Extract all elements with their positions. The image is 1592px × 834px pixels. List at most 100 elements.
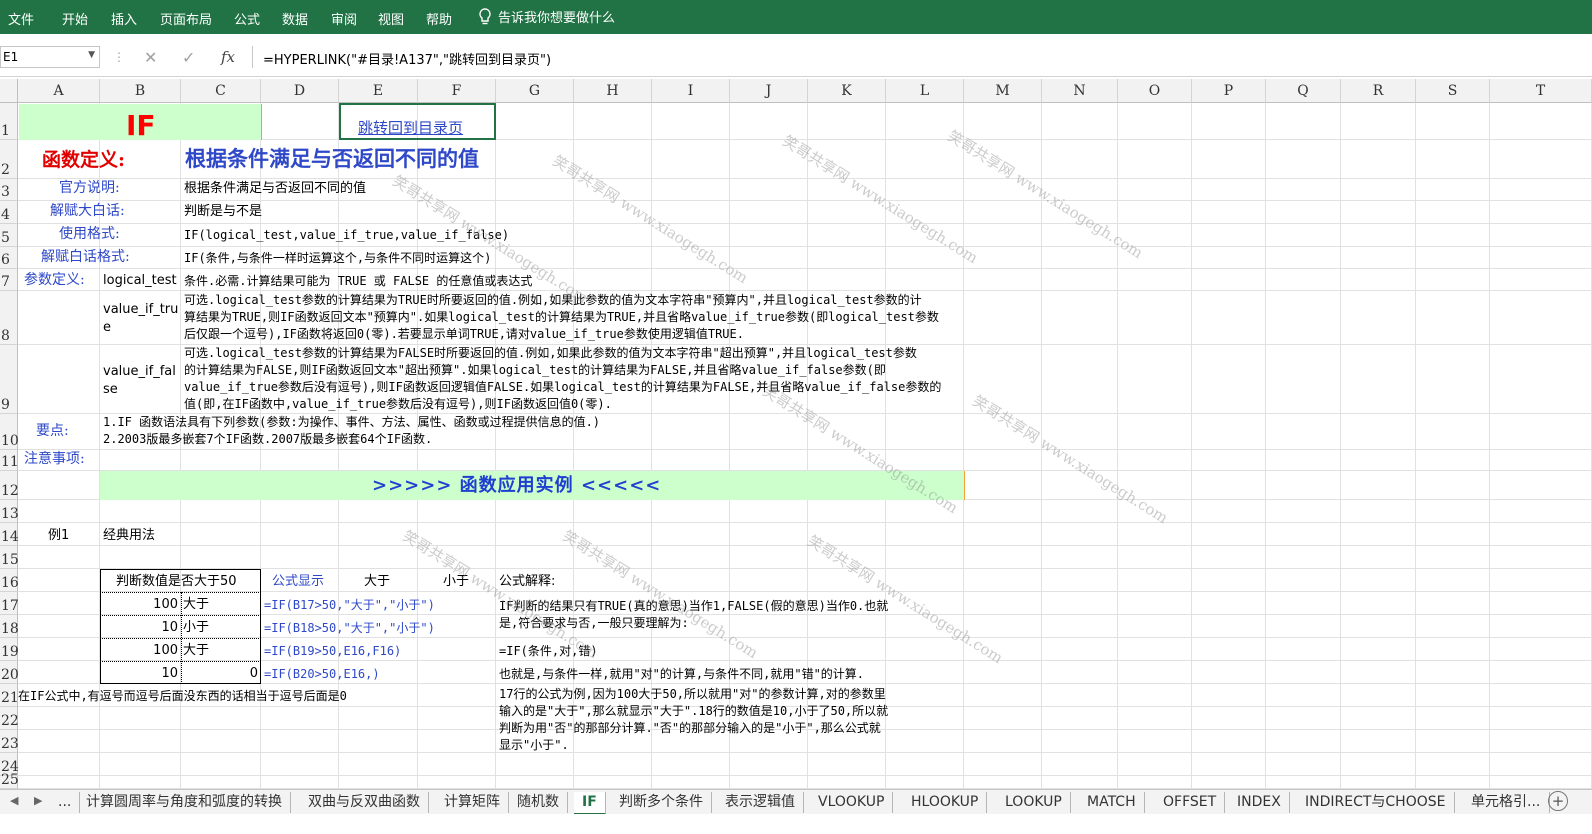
table-result: 小于 [183, 620, 210, 635]
sheet-tab[interactable]: OFFSET [1155, 792, 1226, 813]
gridline [963, 103, 964, 789]
plain-syntax-label: 解赋白话格式: [41, 249, 130, 265]
column-header-r[interactable]: R [1341, 79, 1416, 103]
column-header-m[interactable]: M [964, 79, 1042, 103]
column-header-d[interactable]: D [261, 79, 339, 103]
param-false-desc-1: 可选.logical_test参数的计算结果为FALSE时所要返回的值.例如,如… [184, 346, 917, 360]
row-header-15[interactable]: 15 [0, 546, 19, 569]
row-header-20[interactable]: 20 [0, 661, 19, 684]
column-header-q[interactable]: Q [1266, 79, 1341, 103]
sheet-tab-active[interactable]: IF [574, 792, 606, 815]
column-header-h[interactable]: H [574, 79, 652, 103]
scroll-left-icon[interactable]: ◀ [10, 794, 18, 807]
gridline [1117, 103, 1118, 789]
sheet-tab[interactable]: HLOOKUP [903, 792, 988, 813]
sheet-tab[interactable]: VLOOKUP [810, 792, 894, 813]
row-header-10[interactable]: 10 [0, 414, 19, 450]
sheet-tab[interactable]: 计算矩阵 [436, 792, 509, 813]
explanation-syntax: =IF(条件,对,错) [499, 644, 598, 658]
column-header-g[interactable]: G [496, 79, 574, 103]
column-header-f[interactable]: F [418, 79, 496, 103]
sheet-tab[interactable]: 判断多个条件 [611, 792, 712, 813]
tab-help[interactable]: 帮助 [426, 9, 452, 28]
row-header-5[interactable]: 5 [0, 224, 18, 247]
enter-icon[interactable]: ✓ [182, 48, 195, 67]
notes-label: 注意事项: [24, 451, 85, 467]
row-header-7[interactable]: 7 [0, 269, 18, 291]
column-header-t[interactable]: T [1490, 79, 1592, 103]
sheet-tab[interactable]: 随机数 [509, 792, 568, 813]
tab-review[interactable]: 审阅 [331, 9, 357, 28]
cancel-icon[interactable]: ✕ [144, 48, 157, 67]
tab-file[interactable]: 文件 [8, 9, 34, 28]
name-box[interactable]: E1 ▼ [0, 46, 100, 68]
row-header-12[interactable]: 12 [0, 471, 19, 500]
column-header-b[interactable]: B [100, 79, 181, 103]
table-result: 大于 [183, 643, 210, 658]
row-header-11[interactable]: 11 [0, 450, 19, 471]
tab-view[interactable]: 视图 [378, 9, 404, 28]
comma-note: 在IF公式中,有逗号而逗号后面没东西的话相当于逗号后面是0 [18, 689, 347, 703]
row-header-4[interactable]: 4 [0, 201, 18, 224]
row-header-1[interactable]: 1 [0, 103, 18, 140]
row-header-25[interactable]: 25 [0, 772, 19, 789]
tell-me-box[interactable]: 告诉我你想要做什么 [478, 7, 615, 26]
row-header-21[interactable]: 21 [0, 684, 19, 707]
row-header-2[interactable]: 2 [0, 140, 18, 179]
row-header-14[interactable]: 14 [0, 523, 19, 546]
column-header-s[interactable]: S [1416, 79, 1490, 103]
column-header-e[interactable]: E [339, 79, 418, 103]
chevron-down-icon[interactable]: ▼ [88, 50, 95, 60]
column-header-k[interactable]: K [808, 79, 886, 103]
scroll-right-icon[interactable]: ▶ [34, 794, 42, 807]
sheet-tab[interactable]: INDEX [1229, 792, 1290, 813]
column-header-n[interactable]: N [1042, 79, 1118, 103]
row-header-17[interactable]: 17 [0, 592, 19, 615]
tab-page-layout[interactable]: 页面布局 [160, 9, 212, 28]
column-header-j[interactable]: J [730, 79, 808, 103]
select-all-corner[interactable] [0, 79, 18, 103]
tab-insert[interactable]: 插入 [111, 9, 137, 28]
row-header-18[interactable]: 18 [0, 615, 19, 638]
insert-function-icon[interactable]: fx [221, 48, 235, 66]
explanation-line-5: 输入的是"大于",那么就显示"大于".18行的数值是10,小于了50,所以就 [499, 704, 889, 718]
row-header-23[interactable]: 23 [0, 730, 19, 753]
watermark: 笑哥共享网 www.xiaogegh.com [969, 391, 1172, 528]
add-sheet-icon[interactable]: + [1548, 791, 1568, 811]
tab-home[interactable]: 开始 [62, 9, 88, 28]
column-header-o[interactable]: O [1118, 79, 1192, 103]
gridline [18, 268, 1592, 269]
sheet-tab[interactable]: 单元格引... [1463, 792, 1550, 813]
key-point-2: 2.2003版最多嵌套7个IF函数.2007版最多嵌套64个IF函数. [103, 432, 433, 446]
column-header-i[interactable]: I [652, 79, 730, 103]
row-header-3[interactable]: 3 [0, 179, 18, 201]
row-header-22[interactable]: 22 [0, 707, 19, 730]
sheet-tab[interactable]: 表示逻辑值 [717, 792, 804, 813]
row-header-6[interactable]: 6 [0, 247, 18, 269]
table-result: 大于 [183, 597, 210, 612]
column-header-l[interactable]: L [886, 79, 964, 103]
formula-input[interactable]: =HYPERLINK("#目录!A137","跳转回到目录页") [252, 46, 1592, 68]
sheet-tab[interactable]: 双曲与反双曲函数 [300, 792, 429, 813]
sheet-tab[interactable]: LOOKUP [997, 792, 1071, 813]
row-header-8[interactable]: 8 [0, 291, 18, 345]
row-header-13[interactable]: 13 [0, 500, 19, 523]
sheet-tab[interactable]: MATCH [1079, 792, 1145, 813]
sheet-tab[interactable]: INDIRECT与CHOOSE [1297, 792, 1455, 813]
sheet-tab-more[interactable]: ... [50, 792, 81, 813]
row-header-16[interactable]: 16 [0, 569, 19, 592]
row-header-9[interactable]: 9 [0, 345, 18, 414]
column-header-a[interactable]: A [18, 79, 100, 103]
column-header-c[interactable]: C [181, 79, 261, 103]
row-header-19[interactable]: 19 [0, 638, 19, 661]
tab-data[interactable]: 数据 [282, 9, 308, 28]
sheet-tab[interactable]: 计算圆周率与角度和弧度的转换 [78, 792, 291, 813]
plain-syntax-text: IF(条件,与条件一样时运算这个,与条件不同时运算这个) [184, 251, 492, 265]
column-header-p[interactable]: P [1192, 79, 1266, 103]
tell-me-label: 告诉我你想要做什么 [498, 11, 616, 26]
explanation-line-2: 是,符合要求与否,一般只要理解为: [499, 616, 689, 630]
tab-formulas[interactable]: 公式 [234, 9, 260, 28]
params-label: 参数定义: [24, 272, 85, 288]
table-result: 0 [249, 666, 258, 681]
selected-cell [339, 103, 496, 140]
